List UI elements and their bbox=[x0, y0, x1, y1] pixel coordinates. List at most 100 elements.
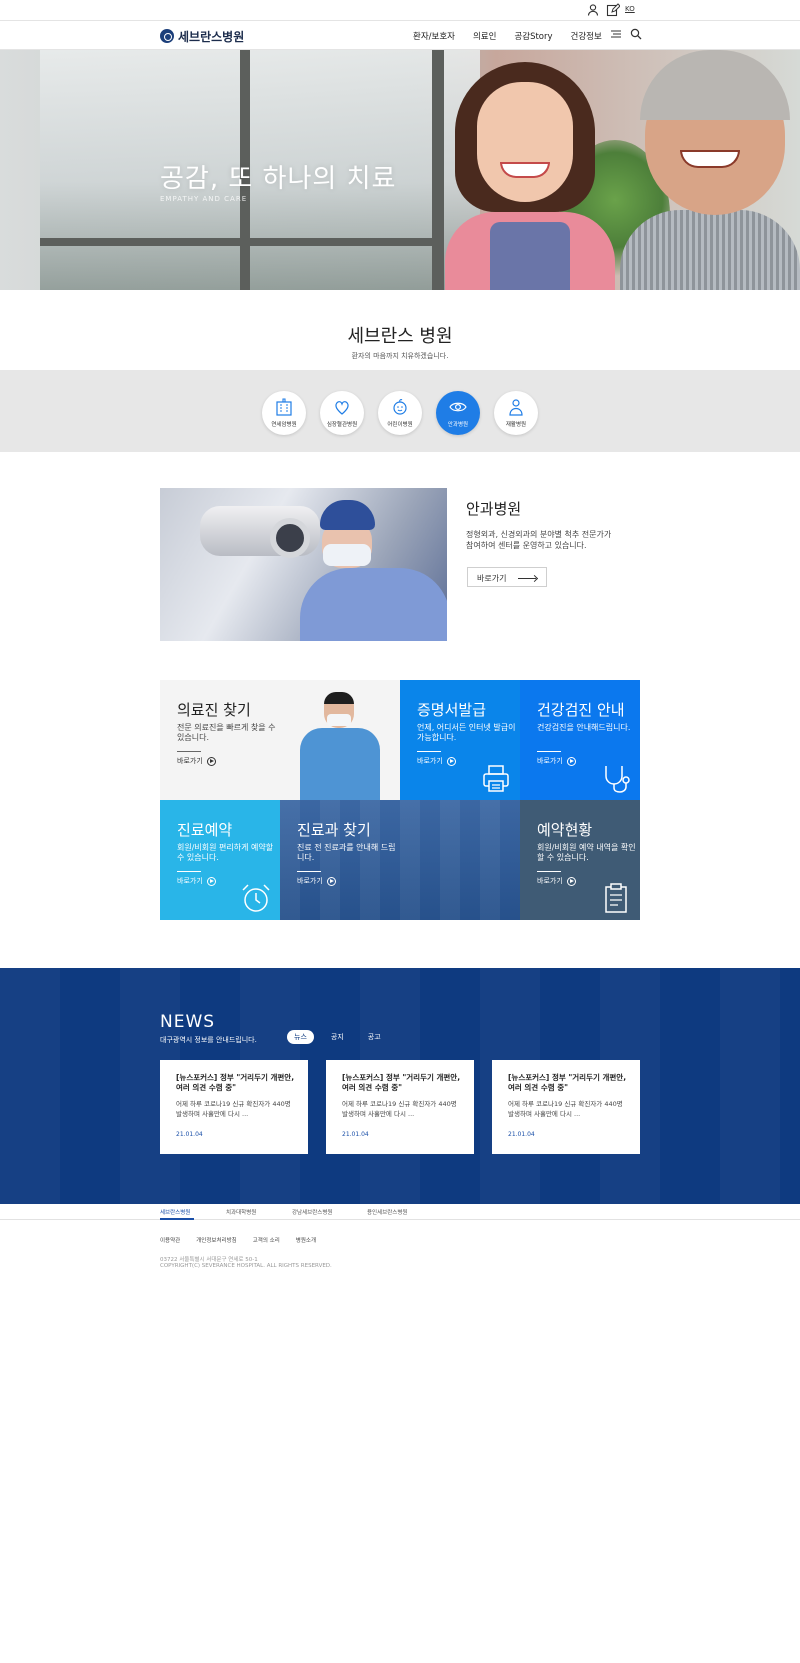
main-nav: 환자/보호자 의료인 공감Story 건강정보 bbox=[413, 30, 620, 42]
hospital-heart[interactable]: 심장혈관병원 bbox=[320, 391, 364, 435]
news-card[interactable]: [뉴스포커스] 정부 "거리두기 개편안, 여러 의견 수렴 중" 어제 하루 … bbox=[326, 1060, 474, 1154]
hospital-label: 재활병원 bbox=[505, 422, 527, 428]
hero-woman-image bbox=[445, 62, 615, 290]
tile-title: 증명서발급 bbox=[417, 701, 487, 719]
logo-text: 세브란스병원 bbox=[178, 29, 245, 44]
play-circle-icon bbox=[206, 756, 216, 766]
footer-links: 이용약관 개인정보처리방침 고객의 소리 병원소개 bbox=[160, 1236, 316, 1244]
tile-title: 의료진 찾기 bbox=[177, 701, 251, 719]
tab-notice[interactable]: 공지 bbox=[324, 1030, 351, 1044]
family-tab-dental[interactable]: 치과대학병원 bbox=[226, 1208, 256, 1216]
tile-title: 예약현황 bbox=[537, 821, 593, 839]
hospital-selector: 연세암병원 심장혈관병원 어린이병원 안과병원 재활병원 bbox=[0, 370, 800, 452]
heart-icon bbox=[335, 401, 349, 415]
tile-desc: 언제, 어디서든 인터넷 발급이 가능합니다. bbox=[417, 723, 516, 742]
tile-desc: 건강검진을 안내해드립니다. bbox=[537, 723, 631, 732]
tab-news[interactable]: 뉴스 bbox=[287, 1030, 314, 1044]
edit-icon[interactable] bbox=[606, 3, 620, 17]
tile-reservation-status[interactable]: 예약현황 회원/비회원 예약 내역을 확인 할 수 있습니다. 바로가기 bbox=[520, 800, 640, 920]
tile-title: 진료과 찾기 bbox=[297, 821, 371, 839]
hospital-label: 연세암병원 bbox=[271, 422, 297, 428]
tile-find-doctor[interactable]: 의료진 찾기 전문 의료진을 빠르게 찾을 수 있습니다. 바로가기 bbox=[160, 680, 400, 800]
tile-health-checkup[interactable]: 건강검진 안내 건강검진을 안내해드립니다. 바로가기 bbox=[520, 680, 640, 800]
tile-go-link[interactable]: 바로가기 bbox=[177, 876, 216, 886]
play-circle-icon bbox=[206, 876, 216, 886]
utility-bar: KO bbox=[0, 0, 800, 20]
family-tab-gangnam[interactable]: 강남세브란스병원 bbox=[292, 1208, 332, 1216]
alarm-clock-icon bbox=[242, 884, 270, 912]
logo[interactable]: 세브란스병원 bbox=[160, 27, 244, 45]
user-icon[interactable] bbox=[586, 3, 600, 17]
hero-title: 공감, 또 하나의 치료 bbox=[160, 164, 397, 194]
search-icon[interactable] bbox=[630, 28, 642, 40]
tile-title: 건강검진 안내 bbox=[537, 701, 625, 719]
doctor-image bbox=[290, 692, 390, 800]
language-selector[interactable]: KO bbox=[625, 5, 635, 13]
tile-reservation[interactable]: 진료예약 회원/비회원 편리하게 예약할 수 있습니다. 바로가기 bbox=[160, 800, 280, 920]
footer-copyright: COPYRIGHT(C) SEVERANCE HOSPITAL. ALL RIG… bbox=[160, 1263, 332, 1269]
hero-man-image bbox=[620, 50, 800, 290]
tile-go-link[interactable]: 바로가기 bbox=[537, 876, 576, 886]
news-subtitle: 대구광역시 정보를 안내드립니다. bbox=[160, 1036, 257, 1044]
news-headline: [뉴스포커스] 정부 "거리두기 개편안, 여러 의견 수렴 중" bbox=[176, 1073, 295, 1092]
tile-go-link[interactable]: 바로가기 bbox=[177, 756, 216, 766]
footer-link-voice[interactable]: 고객의 소리 bbox=[253, 1236, 280, 1244]
news-date: 21.01.04 bbox=[508, 1131, 535, 1138]
footer-link-privacy[interactable]: 개인정보처리방침 bbox=[196, 1236, 236, 1244]
news-tabs: 뉴스 공지 공고 bbox=[287, 1030, 388, 1044]
tile-go-link[interactable]: 바로가기 bbox=[297, 876, 336, 886]
tile-desc: 회원/비회원 편리하게 예약할 수 있습니다. bbox=[177, 843, 274, 862]
featured-hospital-desc: 정형외과, 신경외과의 분야별 척추 전문가가 참여하여 센터를 운영하고 있습… bbox=[466, 530, 612, 550]
nav-item-medical-staff[interactable]: 의료인 bbox=[473, 30, 496, 42]
news-body: 어제 하루 코로나19 신규 확진자가 440명 발생하며 사흘만에 다시 ..… bbox=[342, 1100, 457, 1118]
featured-go-button[interactable]: 바로가기 bbox=[467, 567, 547, 587]
clipboard-icon bbox=[605, 883, 627, 913]
family-tab-yongin[interactable]: 용인세브란스병원 bbox=[367, 1208, 407, 1216]
tile-title: 진료예약 bbox=[177, 821, 233, 839]
menu-icon[interactable] bbox=[610, 28, 622, 40]
news-card[interactable]: [뉴스포커스] 정부 "거리두기 개편안, 여러 의견 수렴 중" 어제 하루 … bbox=[160, 1060, 308, 1154]
tab-announcement[interactable]: 공고 bbox=[361, 1030, 388, 1044]
tile-go-link[interactable]: 바로가기 bbox=[417, 756, 456, 766]
featured-go-label: 바로가기 bbox=[477, 574, 507, 583]
nav-item-health-info[interactable]: 건강정보 bbox=[571, 30, 602, 42]
news-date: 21.01.04 bbox=[342, 1131, 369, 1138]
tile-find-department[interactable]: 진료과 찾기 진료 전 진료과를 안내해 드립니다. 바로가기 bbox=[280, 800, 520, 920]
hero-subtitle: EMPATHY AND CARE bbox=[160, 195, 248, 203]
shield-icon bbox=[160, 29, 174, 43]
news-headline: [뉴스포커스] 정부 "거리두기 개편안, 여러 의견 수렴 중" bbox=[508, 1073, 627, 1092]
news-date: 21.01.04 bbox=[176, 1131, 203, 1138]
play-circle-icon bbox=[566, 876, 576, 886]
arrow-right-icon bbox=[518, 578, 536, 579]
nav-item-story[interactable]: 공감Story bbox=[514, 30, 552, 42]
stethoscope-icon bbox=[605, 766, 630, 793]
hospital-rehab[interactable]: 재활병원 bbox=[494, 391, 538, 435]
eye-icon bbox=[449, 402, 467, 412]
family-tab-severance[interactable]: 세브란스병원 bbox=[160, 1208, 190, 1216]
family-site-tabs: 세브란스병원 치과대학병원 강남세브란스병원 용인세브란스병원 bbox=[0, 1204, 800, 1220]
news-headline: [뉴스포커스] 정부 "거리두기 개편안, 여러 의견 수렴 중" bbox=[342, 1073, 461, 1092]
tile-certificate[interactable]: 증명서발급 언제, 어디서든 인터넷 발급이 가능합니다. 바로가기 bbox=[400, 680, 520, 800]
play-circle-icon bbox=[326, 876, 336, 886]
hospital-children[interactable]: 어린이병원 bbox=[378, 391, 422, 435]
tile-desc: 진료 전 진료과를 안내해 드립니다. bbox=[297, 843, 396, 862]
footer-link-about[interactable]: 병원소개 bbox=[296, 1236, 316, 1244]
news-title: NEWS bbox=[160, 1012, 216, 1032]
hospital-label: 심장혈관병원 bbox=[326, 422, 358, 428]
person-icon bbox=[509, 399, 523, 416]
tile-go-link[interactable]: 바로가기 bbox=[537, 756, 576, 766]
eye-hospital-image bbox=[160, 488, 447, 641]
building-icon bbox=[276, 398, 292, 416]
section-title: 세브란스 병원 bbox=[347, 326, 453, 347]
tile-desc: 전문 의료진을 빠르게 찾을 수 있습니다. bbox=[177, 723, 276, 742]
header: 세브란스병원 환자/보호자 의료인 공감Story 건강정보 bbox=[0, 20, 800, 50]
footer-link-terms[interactable]: 이용약관 bbox=[160, 1236, 180, 1244]
news-body: 어제 하루 코로나19 신규 확진자가 440명 발생하며 사흘만에 다시 ..… bbox=[508, 1100, 623, 1118]
active-tab-indicator bbox=[160, 1218, 194, 1220]
nav-item-patients[interactable]: 환자/보호자 bbox=[413, 30, 455, 42]
hospital-cancer[interactable]: 연세암병원 bbox=[262, 391, 306, 435]
news-card[interactable]: [뉴스포커스] 정부 "거리두기 개편안, 여러 의견 수렴 중" 어제 하루 … bbox=[492, 1060, 640, 1154]
hospital-label: 어린이병원 bbox=[387, 422, 413, 428]
play-circle-icon bbox=[446, 756, 456, 766]
hospital-eye[interactable]: 안과병원 bbox=[436, 391, 480, 435]
